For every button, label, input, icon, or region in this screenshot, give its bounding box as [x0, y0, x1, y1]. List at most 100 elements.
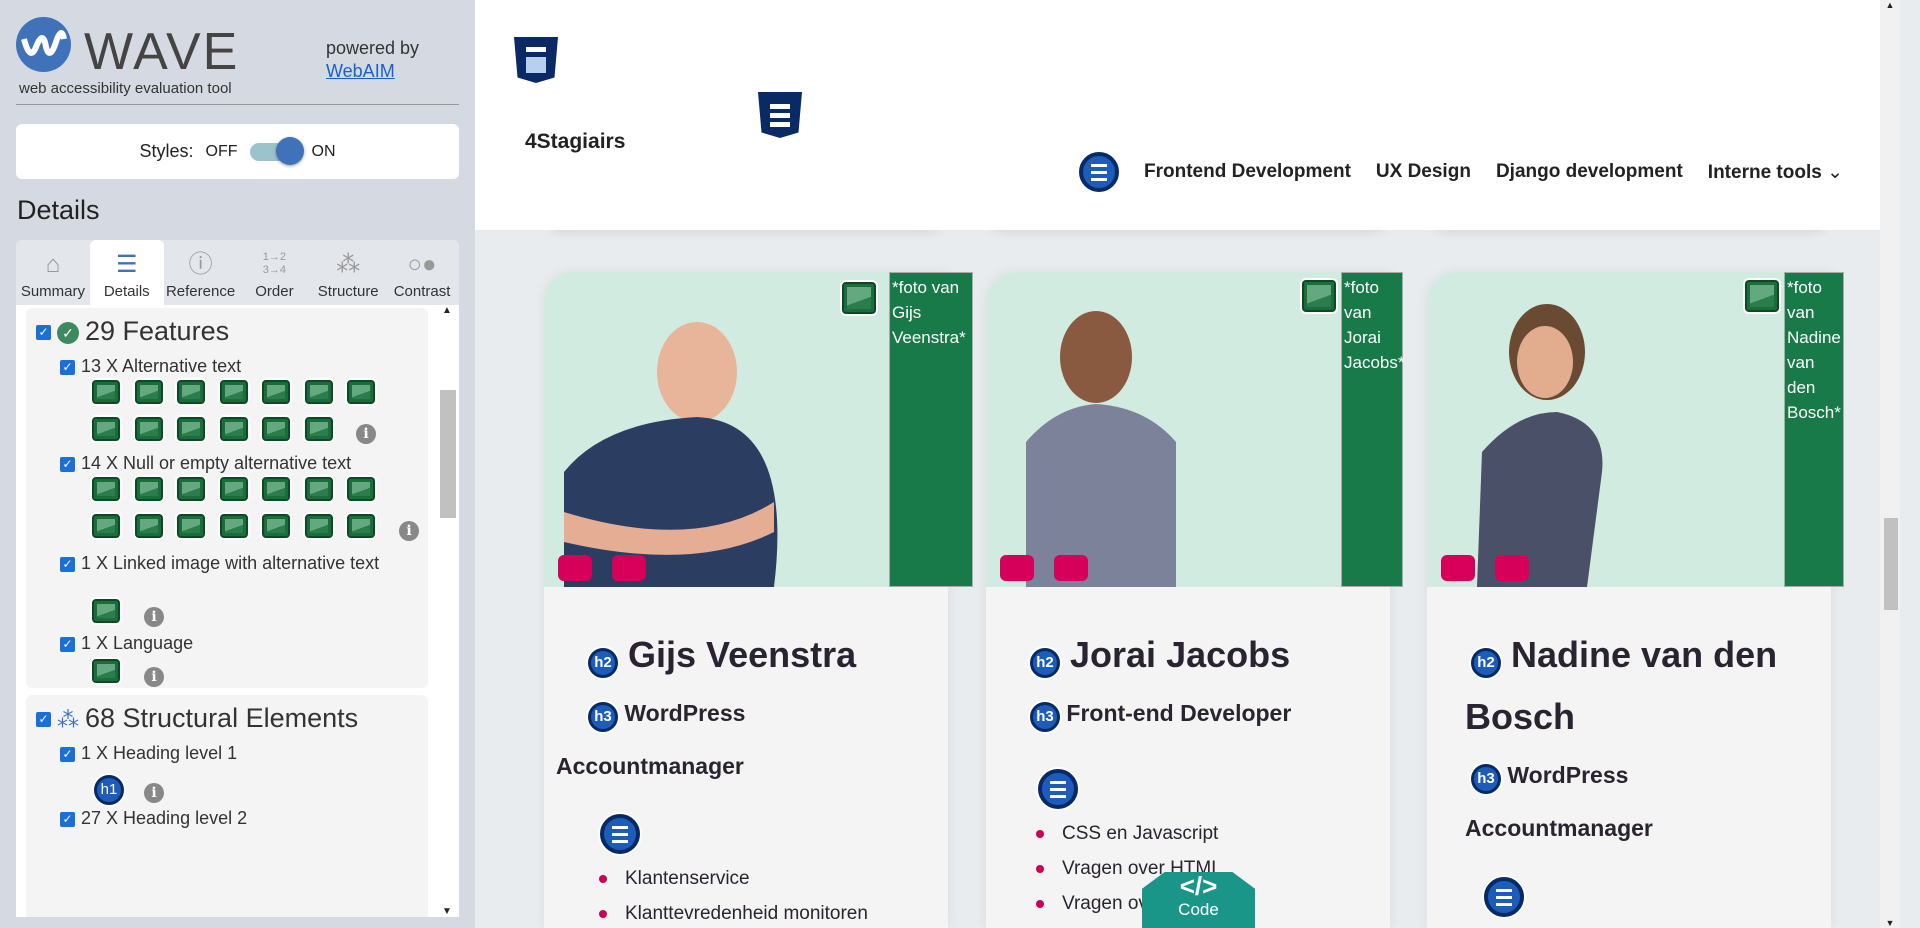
nav-interne-tools[interactable]: Interne tools ⌄ — [1708, 161, 1843, 184]
info-icon[interactable]: i — [144, 667, 164, 687]
nav-django-development[interactable]: Django development — [1496, 161, 1683, 183]
alt-text-icon[interactable] — [304, 417, 333, 441]
nav-ux-design[interactable]: UX Design — [1376, 161, 1471, 183]
features-section: ✓ ✓ 29 Features ✓ 13 X Alternative text ii … — [26, 308, 428, 688]
nav-frontend-development[interactable]: Frontend Development — [1144, 161, 1351, 183]
h3-icon: h3 — [1030, 702, 1060, 732]
h1-icon[interactable]: h1 — [94, 775, 124, 805]
profile-card: *foto van Gijs Veenstra* h2 Gijs Veenstr… — [544, 272, 973, 928]
info-icon[interactable]: i — [144, 783, 164, 803]
null-alt-icon[interactable] — [262, 514, 290, 538]
info-icon[interactable]: i — [144, 607, 164, 627]
null-alt-icon[interactable] — [219, 477, 248, 501]
null-alt-icon[interactable] — [347, 514, 375, 538]
checkbox[interactable]: ✓ — [60, 636, 75, 652]
profile-photo — [1427, 272, 1831, 587]
checkbox[interactable]: ✓ — [60, 746, 75, 762]
alt-text-icon[interactable] — [304, 380, 333, 404]
nav-label: Interne tools — [1707, 161, 1822, 183]
profile-photo — [544, 272, 948, 587]
code-button[interactable]: </> Code — [1142, 872, 1255, 928]
feature-language: ✓ 1 X Language — [60, 633, 193, 654]
mail-icon[interactable] — [612, 555, 646, 581]
structure-h2: ✓ 27 X Heading level 2 — [60, 808, 247, 829]
null-alt-icon[interactable] — [92, 514, 120, 538]
structure-checkbox[interactable]: ✓ — [36, 712, 51, 728]
site-brand[interactable]: 4Stagiairs — [525, 130, 625, 154]
styles-toggle[interactable] — [249, 136, 304, 165]
wave-tagline: web accessibility evaluation tool — [19, 80, 232, 97]
null-alt-icon[interactable] — [92, 477, 120, 501]
structure-title: 68 Structural Elements — [85, 703, 359, 733]
alt-text-icon[interactable] — [1745, 280, 1779, 312]
mail-icon[interactable] — [1054, 555, 1088, 581]
info-icon[interactable]: i — [356, 424, 376, 444]
alt-text-icon[interactable] — [92, 380, 120, 404]
checkbox[interactable]: ✓ — [60, 359, 75, 375]
null-alt-icon[interactable] — [134, 477, 163, 501]
tab-order[interactable]: 1→2 3→4 Order — [237, 240, 311, 305]
checkbox[interactable]: ✓ — [60, 811, 75, 827]
contrast-icon: ○● — [407, 251, 437, 278]
null-alt-icon[interactable] — [262, 477, 290, 501]
feature-linked-image: ✓ 1 X Linked image with alternative text — [60, 550, 420, 576]
profile-card: *foto van Nadine van den Bosch* h2 Nadin… — [1427, 272, 1844, 928]
null-alt-icon[interactable] — [347, 477, 375, 501]
null-alt-icon[interactable] — [304, 477, 333, 501]
language-globe-icon[interactable]: ⊕ — [92, 659, 120, 683]
panel-scrollbar[interactable]: ▲ ▼ — [438, 305, 456, 917]
features-checkbox[interactable]: ✓ — [36, 325, 51, 341]
feature-alt-text: ✓ 13 X Alternative text — [60, 356, 241, 377]
tab-label: Reference — [165, 283, 236, 300]
null-alt-icon[interactable] — [177, 477, 205, 501]
on-label: ON — [311, 142, 336, 160]
site-header: 4Stagiairs Frontend Development UX Desig… — [475, 0, 1900, 230]
page-scrollbar[interactable]: ▲ ▼ — [1880, 0, 1900, 928]
h2-icon: h2 — [1471, 648, 1501, 678]
alt-text-icon[interactable] — [134, 417, 163, 441]
alt-text-icon[interactable] — [177, 417, 205, 441]
list-icon: ☰ — [115, 251, 138, 278]
check-circle-icon: ✓ — [57, 321, 79, 344]
alt-text-icon[interactable] — [177, 380, 205, 404]
null-alt-icon[interactable] — [219, 514, 248, 538]
null-alt-icon[interactable] — [177, 514, 205, 538]
discord-icon[interactable] — [558, 555, 592, 581]
linked-image-icon[interactable] — [92, 599, 120, 623]
tab-label: Structure — [317, 283, 379, 300]
tab-contrast[interactable]: ○● Contrast — [385, 240, 459, 305]
details-panel: ✓ ✓ 29 Features ✓ 13 X Alternative text ii … — [16, 305, 459, 917]
alt-text-icon[interactable] — [262, 417, 290, 441]
discord-icon[interactable] — [1000, 555, 1034, 581]
alt-text-icon[interactable] — [1302, 280, 1336, 312]
tab-details[interactable]: ☰ Details — [89, 240, 164, 305]
alt-text-icon[interactable] — [262, 380, 290, 404]
alt-text-icon[interactable] — [347, 380, 375, 404]
alt-text-label: *foto van Jorai Jacobs* — [1341, 272, 1404, 587]
null-alt-icon[interactable] — [134, 514, 163, 538]
features-header: ✓ ✓ 29 Features — [36, 316, 229, 347]
alt-text-icon[interactable] — [134, 380, 163, 404]
mail-icon[interactable] — [1495, 555, 1529, 581]
tab-summary[interactable]: ⌂ Summary — [16, 240, 90, 305]
tab-label: Details — [103, 283, 150, 300]
alt-text-icon[interactable] — [219, 417, 248, 441]
list-icon — [1038, 769, 1078, 809]
structure-icon: ⁂ — [336, 251, 361, 278]
tab-structure[interactable]: ⁂ Structure — [311, 240, 385, 305]
wave-tabs: ⌂ Summary ☰ Details ⓘ Reference 1→2 3→4 Order… — [16, 240, 459, 305]
styles-toggle-box: Styles: OFF ON — [16, 124, 459, 179]
name-text: Jorai Jacobs — [1070, 634, 1291, 675]
page-content: 4Stagiairs Frontend Development UX Desig… — [475, 0, 1900, 928]
alt-text-icon[interactable] — [842, 282, 876, 314]
feature-label: 13 X Alternative text — [81, 356, 242, 376]
info-icon[interactable]: i — [399, 521, 419, 541]
discord-icon[interactable] — [1441, 555, 1475, 581]
alt-text-icon[interactable] — [219, 380, 248, 404]
null-alt-icon[interactable] — [304, 514, 333, 538]
alt-text-icon[interactable] — [92, 417, 120, 441]
checkbox[interactable]: ✓ — [60, 456, 75, 472]
checkbox[interactable]: ✓ — [60, 556, 75, 572]
webaim-link[interactable]: WebAIM — [326, 61, 395, 82]
tab-reference[interactable]: ⓘ Reference — [164, 240, 238, 305]
